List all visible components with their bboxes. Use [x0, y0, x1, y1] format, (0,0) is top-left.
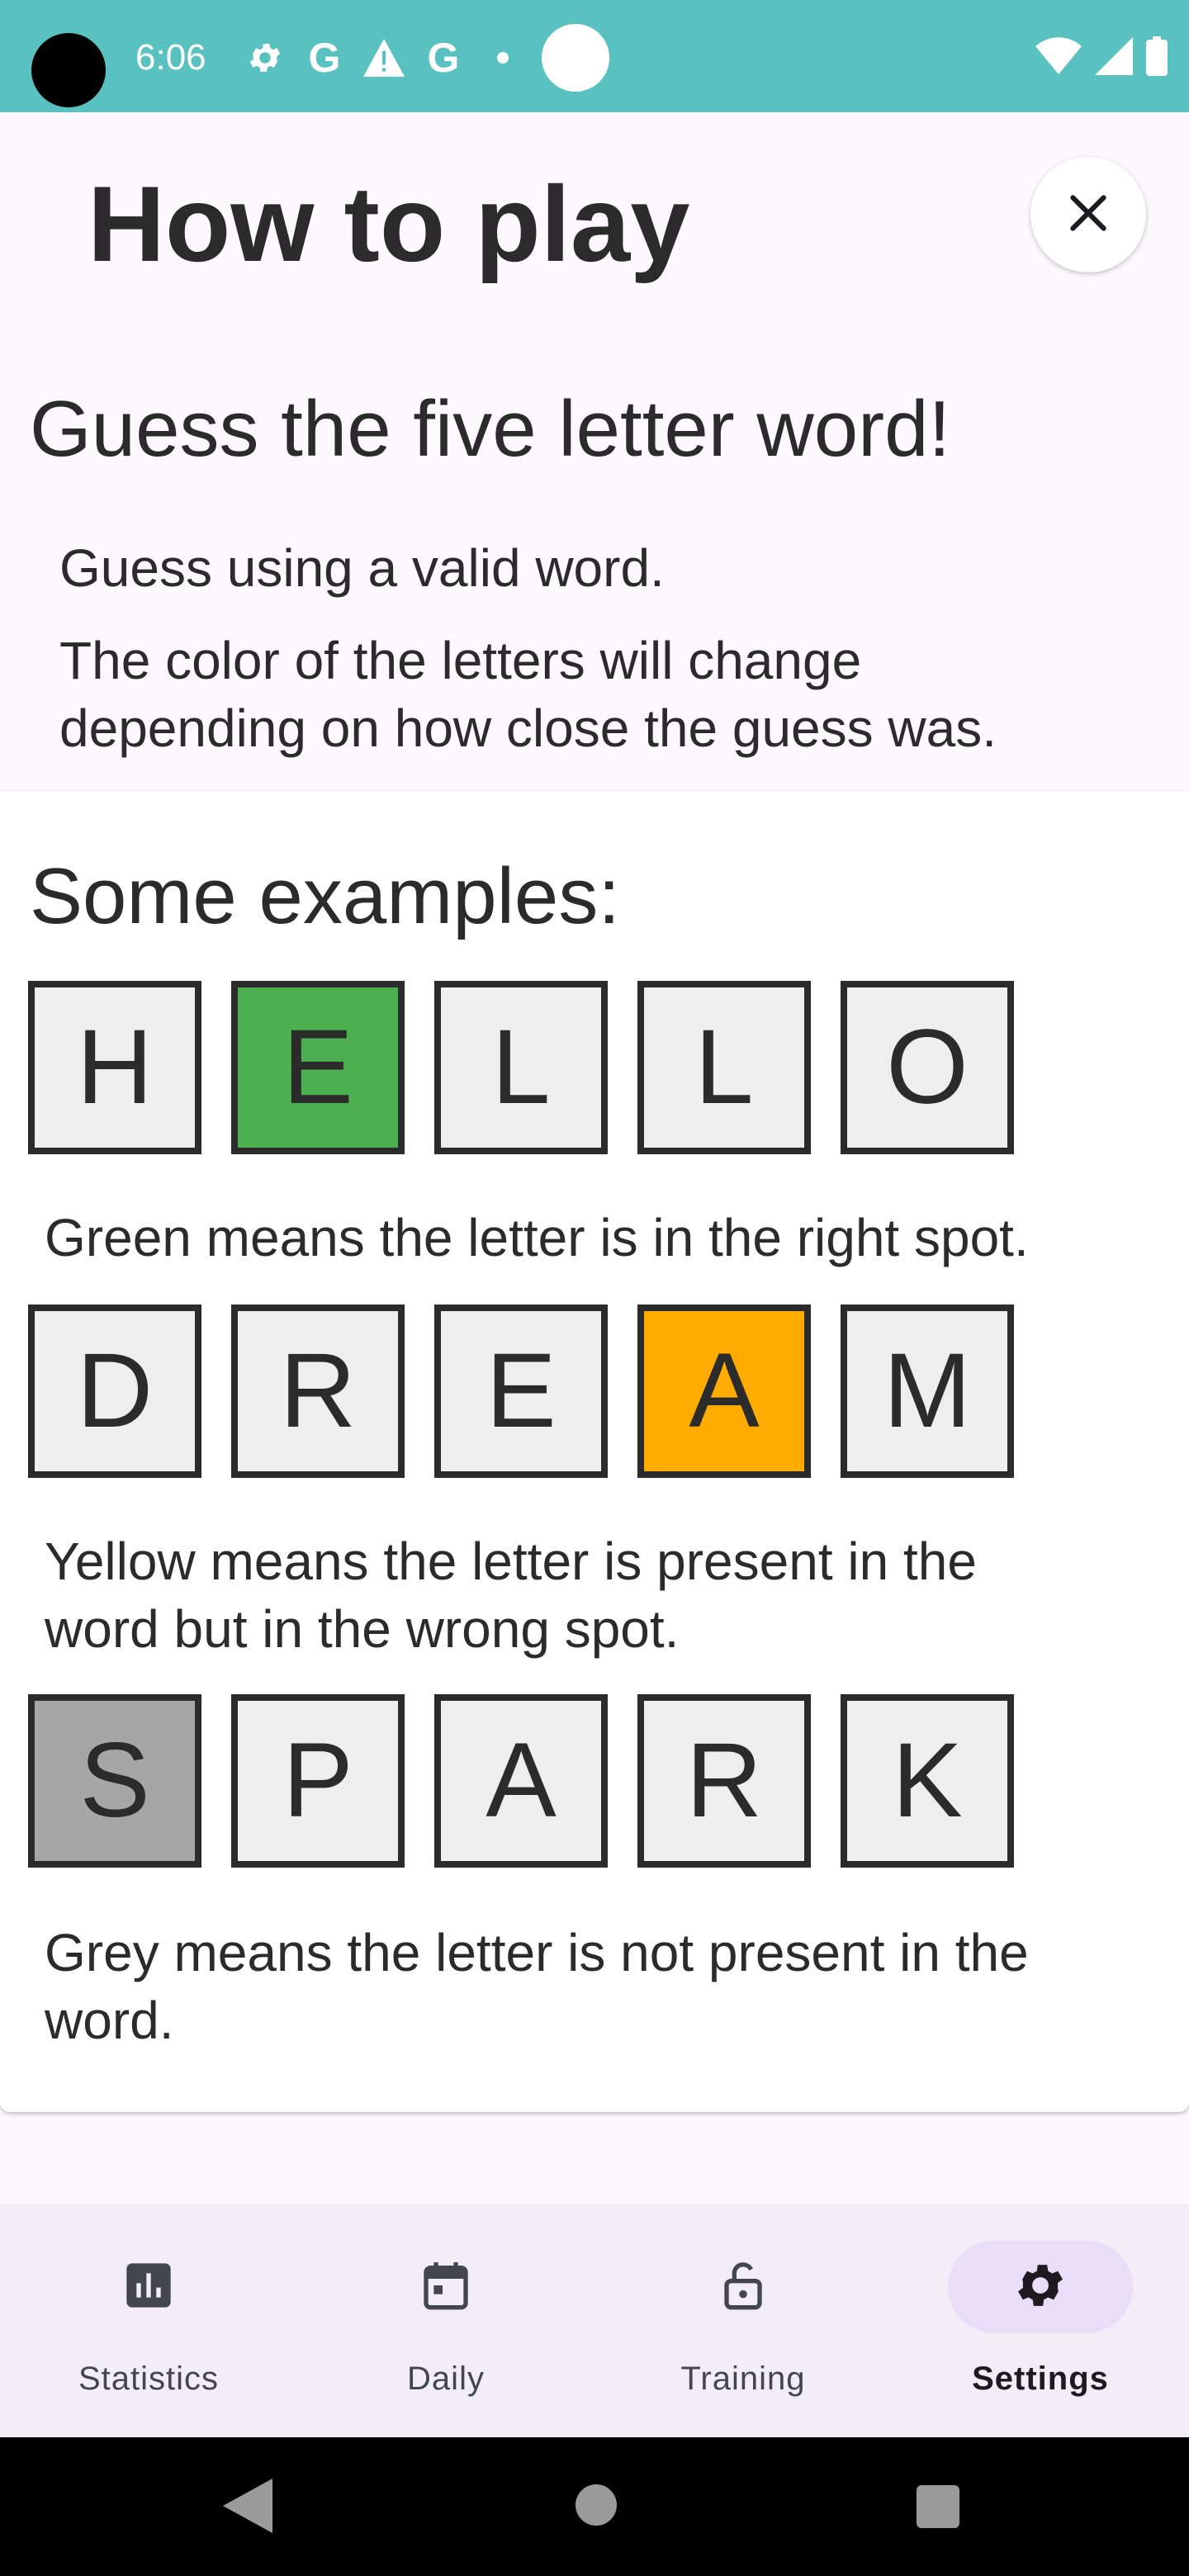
- home-icon[interactable]: [553, 2462, 639, 2548]
- example-word-row: H E L L O: [28, 981, 1014, 1154]
- system-status-icons: [1035, 31, 1168, 84]
- letter-tile: M: [841, 1305, 1014, 1478]
- nav-item-training[interactable]: Training: [594, 2204, 892, 2437]
- intro-heading: Guess the five letter word!: [30, 385, 951, 473]
- google-icon: G: [427, 35, 460, 81]
- letter-tile: R: [231, 1305, 405, 1478]
- example-word-row: D R E A M: [28, 1305, 1014, 1478]
- close-icon: [1065, 190, 1111, 240]
- caption-line: word.: [45, 1991, 174, 2050]
- letter-tile: R: [637, 1694, 811, 1868]
- letter-tile-correct: E: [231, 981, 405, 1154]
- example-caption: Grey means the letter is not present in …: [45, 1919, 1168, 2054]
- letter-tile-present: A: [637, 1305, 811, 1478]
- intro-text: The color of the letters will change: [59, 631, 862, 690]
- calendar-icon: [419, 2259, 472, 2316]
- camera-cutout: [31, 33, 106, 107]
- notification-icons: G G: [244, 24, 609, 92]
- google-icon: G: [308, 35, 341, 81]
- dot-icon: [482, 37, 523, 78]
- back-icon[interactable]: [223, 2479, 272, 2537]
- bottom-navigation: Statistics Daily Training Settings: [0, 2204, 1189, 2437]
- letter-tile: E: [434, 1305, 608, 1478]
- example-caption: Yellow means the letter is present in th…: [45, 1527, 1168, 1663]
- close-button[interactable]: [1030, 157, 1146, 272]
- gear-icon: [1012, 2257, 1068, 2318]
- nav-label: Training: [680, 2361, 806, 2397]
- nav-item-statistics[interactable]: Statistics: [0, 2204, 297, 2437]
- signal-icon: [1095, 36, 1133, 79]
- letter-tile: L: [637, 981, 811, 1154]
- wifi-icon: [1035, 36, 1082, 79]
- nav-item-daily[interactable]: Daily: [297, 2204, 594, 2437]
- status-bar: 6:06 G G: [0, 0, 1189, 112]
- active-indicator: [948, 2241, 1133, 2333]
- bar-chart-icon: [122, 2259, 175, 2316]
- warning-icon: [363, 37, 405, 78]
- examples-card: Some examples: H E L L O Green means the…: [0, 791, 1189, 2112]
- examples-heading: Some examples:: [30, 852, 620, 940]
- lock-open-icon: [717, 2259, 770, 2316]
- system-navigation-bar: [0, 2437, 1189, 2576]
- example-caption: Green means the letter is in the right s…: [45, 1204, 1168, 1271]
- letter-tile: L: [434, 981, 608, 1154]
- nav-label: Statistics: [78, 2361, 220, 2397]
- intro-text: depending on how close the guess was.: [59, 698, 997, 758]
- caption-line: Yellow means the letter is present in th…: [45, 1532, 977, 1591]
- caption-line: Grey means the letter is not present in …: [45, 1923, 1029, 1982]
- caption-line: word but in the wrong spot.: [45, 1599, 680, 1659]
- letter-tile: K: [841, 1694, 1014, 1868]
- letter-tile: A: [434, 1694, 608, 1868]
- letter-tile: P: [231, 1694, 405, 1868]
- nav-label: Daily: [407, 2361, 485, 2397]
- example-word-row: S P A R K: [28, 1694, 1014, 1868]
- letter-tile: D: [28, 1305, 201, 1478]
- intro-text: Guess using a valid word.: [59, 538, 665, 598]
- circle-icon: [542, 24, 609, 92]
- settings-icon: [244, 37, 286, 78]
- page-title: How to play: [88, 163, 690, 284]
- battery-icon: [1146, 36, 1168, 80]
- nav-item-settings[interactable]: Settings: [892, 2204, 1189, 2437]
- caption-line: Green means the letter is in the right s…: [45, 1208, 1029, 1267]
- recents-icon[interactable]: [917, 2485, 959, 2528]
- letter-tile-absent: S: [28, 1694, 201, 1868]
- status-time: 6:06: [135, 37, 206, 78]
- letter-tile: H: [28, 981, 201, 1154]
- nav-label: Settings: [972, 2361, 1109, 2397]
- letter-tile: O: [841, 981, 1014, 1154]
